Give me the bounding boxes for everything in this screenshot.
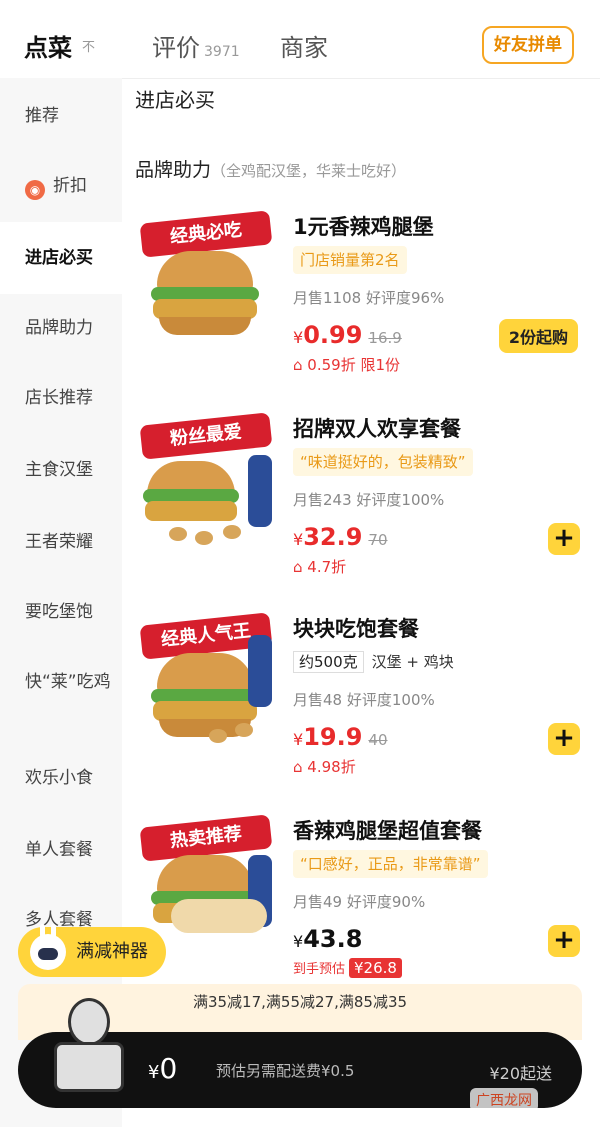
subsection-title: 品牌助力（全鸡配汉堡，华莱士吃好）	[135, 159, 407, 181]
sidebar-item-burger-full[interactable]: 要吃堡饱	[0, 600, 122, 624]
tab-reviews[interactable]: 评价 3971	[152, 28, 240, 63]
sidebar-item-single-meal[interactable]: 单人套餐	[0, 838, 122, 862]
price-row: ¥32.9 70	[293, 523, 388, 551]
product-sales: 月售1108 好评度96%	[293, 289, 445, 307]
tab-order[interactable]: 点菜	[24, 28, 72, 63]
product-name: 招牌双人欢享套餐	[293, 417, 461, 441]
sidebar-item-discount[interactable]: ◉ 折扣	[0, 174, 122, 200]
sidebar-item-honor-of-kings[interactable]: 王者荣耀	[0, 530, 122, 554]
product-tag: 约500克 汉堡 + 鸡块	[293, 648, 454, 676]
full-reduction-helper-button[interactable]: 满减神器	[18, 924, 166, 977]
product-card-spicy-meal[interactable]: 热卖推荐 香辣鸡腿堡超值套餐 “口感好，正品，非常靠谱” 月售49 好评度90%…	[135, 807, 580, 997]
product-image[interactable]: 经典人气王	[135, 605, 280, 750]
sidebar-item-snacks[interactable]: 欢乐小食	[0, 766, 122, 790]
product-sales: 月售48 好评度100%	[293, 691, 435, 709]
sidebar-item-burgers[interactable]: 主食汉堡	[0, 458, 122, 482]
delivery-fee: 预估另需配送费¥0.5	[216, 1062, 355, 1080]
product-tag: “味道挺好的，包装精致”	[293, 448, 473, 476]
sidebar-item-recommend[interactable]: 推荐	[0, 104, 122, 128]
sidebar-item-brand-help[interactable]: 品牌助力	[0, 316, 122, 340]
price-row: ¥0.99 16.9	[293, 321, 402, 349]
sidebar-item-chicken[interactable]: 快“莱”吃鸡	[0, 670, 122, 694]
friend-order-button[interactable]: 好友拼单	[482, 26, 574, 64]
add-button[interactable]: +	[548, 723, 580, 755]
price-row: ¥43.8	[293, 925, 363, 953]
price-row: ¥19.9 40	[293, 723, 388, 751]
product-card-double-meal[interactable]: 粉丝最爱 招牌双人欢享套餐 “味道挺好的，包装精致” 月售243 好评度100%…	[135, 405, 580, 595]
product-tag: 门店销量第2名	[293, 246, 407, 274]
discount-info: ⌂ 4.7折	[293, 558, 347, 576]
product-banner: 粉丝最爱	[139, 412, 273, 460]
discount-info: ⌂ 4.98折	[293, 758, 356, 776]
review-count: 3971	[204, 44, 240, 60]
product-card-nugget-meal[interactable]: 经典人气王 块块吃饱套餐 约500克 汉堡 + 鸡块 月售48 好评度100% ¥…	[135, 605, 580, 795]
tab-merchant[interactable]: 商家	[280, 28, 328, 63]
shopping-bag-icon[interactable]	[50, 998, 124, 1096]
product-image[interactable]: 经典必吃	[135, 203, 280, 348]
top-tab-bar: 点菜 不 评价 3971 商家 好友拼单	[0, 0, 600, 79]
product-name: 块块吃饱套餐	[293, 617, 419, 641]
site-watermark: 广西龙网	[470, 1088, 538, 1112]
estimated-price: 到手预估 ¥26.8	[293, 958, 402, 978]
robot-icon	[30, 924, 66, 970]
pin-icon: 不	[82, 40, 96, 55]
minimum-purchase-button[interactable]: 2份起购	[498, 319, 578, 353]
product-tag: “口感好，正品，非常靠谱”	[293, 850, 488, 878]
sidebar-item-must-buy[interactable]: 进店必买	[0, 222, 122, 294]
cart-total: ¥0	[148, 1052, 178, 1085]
product-sales: 月售243 好评度100%	[293, 491, 445, 509]
product-sales: 月售49 好评度90%	[293, 893, 426, 911]
sidebar-item-manager-recommend[interactable]: 店长推荐	[0, 386, 122, 410]
product-card-spicy-burger[interactable]: 经典必吃 1元香辣鸡腿堡 门店销量第2名 月售1108 好评度96% ¥0.99…	[135, 203, 580, 393]
product-image[interactable]: 热卖推荐	[135, 807, 280, 952]
discount-tag-icon: ◉	[25, 180, 45, 200]
minimum-order: ¥20起送	[489, 1064, 552, 1083]
discount-info: ⌂ 0.59折 限1份	[293, 356, 401, 374]
product-name: 香辣鸡腿堡超值套餐	[293, 819, 482, 843]
section-title: 进店必买	[135, 88, 215, 112]
add-button[interactable]: +	[548, 925, 580, 957]
product-image[interactable]: 粉丝最爱	[135, 405, 280, 550]
add-button[interactable]: +	[548, 523, 580, 555]
product-name: 1元香辣鸡腿堡	[293, 215, 434, 239]
